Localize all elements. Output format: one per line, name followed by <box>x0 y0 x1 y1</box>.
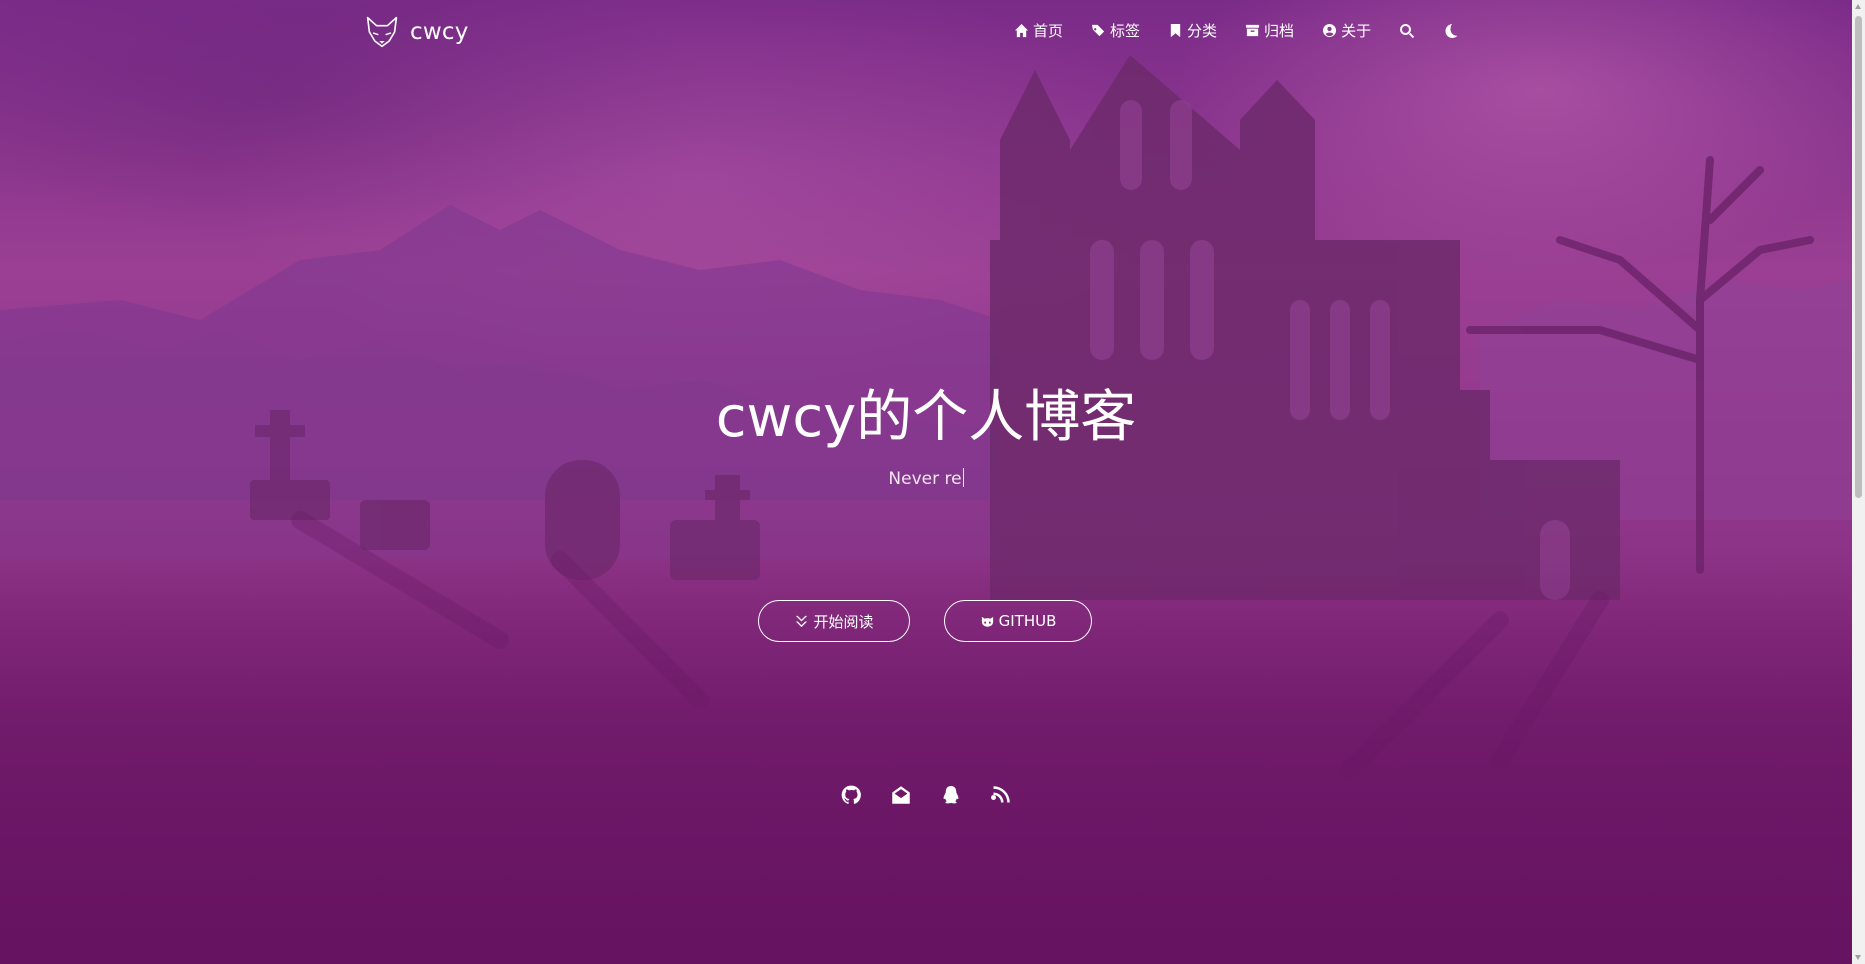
social-links <box>0 784 1852 806</box>
nav-item-label: 归档 <box>1264 22 1295 40</box>
search-icon <box>1400 23 1415 38</box>
github-icon <box>841 785 861 804</box>
scroll-up-arrow-icon[interactable] <box>1855 4 1861 9</box>
double-chevron-down-icon <box>796 615 808 627</box>
nav-menu: 首页 标签 分类 归档 关于 <box>1014 20 1487 41</box>
brand-name: cwcy <box>410 19 469 45</box>
github-button[interactable]: GITHUB <box>944 600 1092 642</box>
moon-icon <box>1445 23 1458 38</box>
github-label: GITHUB <box>998 612 1057 630</box>
github-cat-icon <box>981 616 993 627</box>
typing-caret <box>962 468 964 487</box>
home-icon <box>1014 23 1029 38</box>
scroll-down-arrow-icon[interactable] <box>1855 955 1861 960</box>
social-qq-link[interactable] <box>940 784 962 806</box>
search-button[interactable] <box>1399 23 1415 39</box>
social-email-link[interactable] <box>890 784 912 806</box>
hero-subtitle: Never re <box>0 468 1852 489</box>
start-reading-button[interactable]: 开始阅读 <box>758 600 910 642</box>
ground-shade <box>0 560 1865 964</box>
nav-item-label: 分类 <box>1187 22 1218 40</box>
nav-item-archive[interactable]: 归档 <box>1245 20 1294 41</box>
rss-icon <box>991 786 1010 803</box>
tags-icon <box>1091 24 1105 37</box>
start-reading-label: 开始阅读 <box>813 612 874 631</box>
email-icon <box>892 786 910 804</box>
nav-item-tags[interactable]: 标签 <box>1091 20 1140 41</box>
scroll-thumb[interactable] <box>1855 16 1862 498</box>
theme-toggle-button[interactable] <box>1443 23 1459 39</box>
typed-subtitle-text: Never re <box>888 469 962 489</box>
archive-icon <box>1245 24 1260 37</box>
social-rss-link[interactable] <box>990 784 1012 806</box>
blog-home-page: cwcy 首页 标签 分类 归档 关于 cwcy的个人博客 Never re 开… <box>0 0 1865 964</box>
nav-item-categories[interactable]: 分类 <box>1168 20 1217 41</box>
social-github-link[interactable] <box>840 784 862 806</box>
nav-item-home[interactable]: 首页 <box>1014 20 1063 41</box>
page-scrollbar[interactable] <box>1852 0 1865 964</box>
bookmark-icon <box>1170 23 1181 38</box>
user-circle-icon <box>1323 23 1337 38</box>
fox-logo-icon <box>366 16 398 48</box>
nav-item-about[interactable]: 关于 <box>1322 20 1371 41</box>
nav-item-label: 标签 <box>1110 22 1141 40</box>
hero-title: cwcy的个人博客 <box>715 385 1137 450</box>
nav-item-label: 关于 <box>1341 22 1372 40</box>
navbar: cwcy 首页 标签 分类 归档 关于 <box>0 0 1852 66</box>
nav-item-label: 首页 <box>1033 22 1064 40</box>
brand[interactable]: cwcy <box>364 14 469 50</box>
qq-icon <box>943 786 959 804</box>
